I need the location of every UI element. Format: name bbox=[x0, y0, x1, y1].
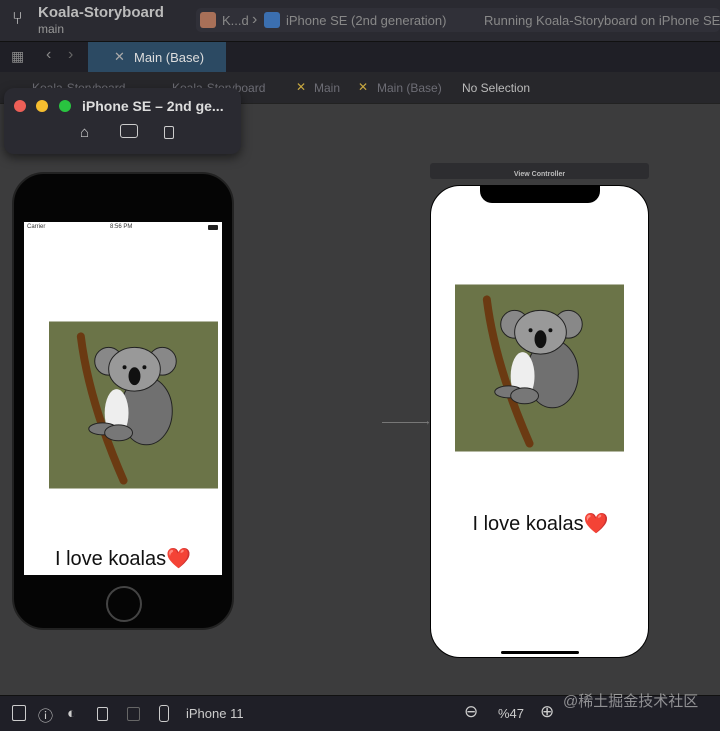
run-status: Running Koala-Storyboard on iPhone SE bbox=[484, 13, 720, 28]
storyboard-icon: ✕ bbox=[114, 49, 125, 64]
close-button[interactable] bbox=[14, 100, 26, 112]
tab-main-base[interactable]: ✕ Main (Base) bbox=[88, 42, 226, 72]
device-name[interactable]: iPhone SE (2nd generation) bbox=[286, 13, 446, 28]
tab-bar: ▦ ‹ › ✕ Main (Base) bbox=[0, 42, 720, 72]
simulator-window-toolbar: iPhone SE – 2nd ge... ⌂ bbox=[4, 88, 241, 154]
back-icon[interactable]: ‹ bbox=[46, 46, 51, 64]
simulator-device: Carrier 8:56 PM I love koalas❤️ bbox=[12, 172, 234, 630]
orientation-icon[interactable] bbox=[97, 707, 108, 721]
grid-icon[interactable]: ▦ bbox=[11, 48, 24, 65]
minimize-button[interactable] bbox=[36, 100, 48, 112]
title-bar: ⑂ Koala-Storyboard main K...d › iPhone S… bbox=[0, 0, 720, 42]
scene-header[interactable]: View Controller bbox=[430, 163, 649, 179]
screenshot-icon[interactable] bbox=[120, 124, 138, 138]
appearance-icon[interactable]: ◐ bbox=[67, 705, 76, 722]
branch-name: main bbox=[38, 22, 65, 36]
storyboard-icon: ✕ bbox=[358, 80, 369, 94]
scene-title: View Controller bbox=[513, 171, 566, 178]
zoom-level: %47 bbox=[498, 706, 525, 721]
tab-label: Main (Base) bbox=[134, 50, 205, 65]
zoom-button[interactable] bbox=[59, 100, 71, 112]
carrier-label: Carrier bbox=[27, 224, 46, 230]
branch-icon: ⑂ bbox=[12, 8, 23, 28]
storyboard-icon: ✕ bbox=[296, 80, 307, 94]
koala-image[interactable] bbox=[455, 284, 624, 452]
koala-image bbox=[49, 321, 218, 489]
notch bbox=[480, 186, 600, 203]
accessibility-icon[interactable]: ⓘ bbox=[38, 705, 53, 726]
simulator-title: iPhone SE – 2nd ge... bbox=[82, 98, 224, 114]
breadcrumb-item[interactable]: No Selection bbox=[462, 81, 530, 95]
simulator-icon bbox=[264, 12, 280, 28]
device-selector[interactable]: iPhone 11 bbox=[186, 706, 244, 721]
scheme-name[interactable]: K...d bbox=[222, 13, 249, 28]
sidebar-toggle-icon[interactable] bbox=[12, 705, 26, 721]
watermark: @稀土掘金技术社区 bbox=[563, 693, 699, 710]
device-icon[interactable] bbox=[159, 705, 169, 722]
status-time: 8:56 PM bbox=[110, 224, 133, 230]
battery-icon bbox=[208, 225, 218, 230]
simulator-screen[interactable]: Carrier 8:56 PM I love koalas❤️ bbox=[24, 222, 222, 575]
home-indicator bbox=[501, 651, 579, 654]
zoom-out-icon[interactable]: ⊖ bbox=[464, 702, 478, 722]
breadcrumb-item[interactable]: Main (Base) bbox=[377, 81, 442, 95]
rotate-icon[interactable] bbox=[164, 126, 174, 139]
project-name: Koala-Storyboard bbox=[38, 4, 164, 21]
activity-view[interactable]: K...d › iPhone SE (2nd generation) Runni… bbox=[196, 8, 720, 32]
home-button[interactable] bbox=[106, 586, 142, 622]
forward-icon[interactable]: › bbox=[68, 46, 73, 64]
view-controller-scene[interactable]: I love koalas❤️ bbox=[430, 185, 649, 658]
home-icon[interactable]: ⌂ bbox=[80, 124, 89, 141]
zoom-in-icon[interactable]: ⊕ bbox=[540, 702, 554, 722]
app-icon bbox=[200, 12, 216, 28]
chevron-icon: › bbox=[252, 11, 258, 28]
love-label: I love koalas❤️ bbox=[54, 548, 192, 570]
breadcrumb-item[interactable]: Main bbox=[314, 81, 340, 95]
split-icon[interactable] bbox=[127, 707, 140, 721]
love-label[interactable]: I love koalas❤️ bbox=[431, 511, 648, 536]
